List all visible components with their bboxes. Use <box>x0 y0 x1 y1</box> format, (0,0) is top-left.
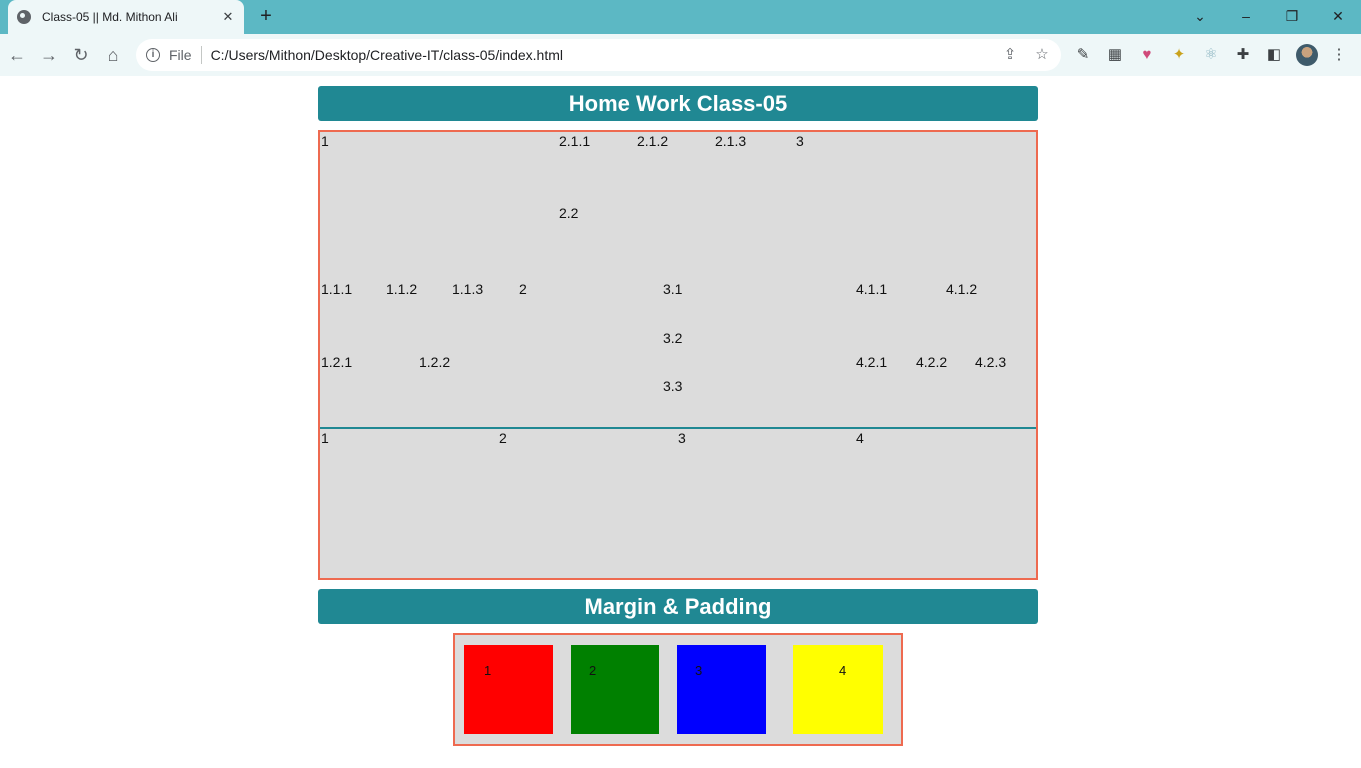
grid-cell-1: 1 <box>320 132 560 282</box>
cell-label: 3.2 <box>663 330 683 346</box>
square-label: 2 <box>589 663 597 678</box>
extensions-puzzle-icon[interactable]: ✚ <box>1233 45 1253 65</box>
reload-icon[interactable]: ↻ <box>69 43 93 67</box>
side-panel-icon[interactable]: ◧ <box>1264 45 1284 65</box>
grid-cell-1-2-1: 1.2.1 <box>320 353 420 429</box>
grid-cell-row2-2: 2 <box>518 280 664 429</box>
square-1: 1 <box>464 645 553 734</box>
grid-cell-2-1-1: 2.1.1 <box>558 132 638 206</box>
active-tab[interactable]: Class-05 || Md. Mithon Ali ✕ <box>8 0 244 34</box>
grid-cell-4-2-2: 4.2.2 <box>915 353 976 429</box>
grid-cell-1-2-2: 1.2.2 <box>418 353 520 429</box>
cell-label: 1.2.2 <box>419 354 451 370</box>
cell-label: 1.1.3 <box>452 281 484 297</box>
grid-cell-1-1-3: 1.1.3 <box>451 280 520 355</box>
brush-extension-icon[interactable]: ✦ <box>1169 45 1189 65</box>
home-icon[interactable]: ⌂ <box>101 43 125 67</box>
cell-label: 2.1.1 <box>559 133 591 149</box>
grid-cell-1-1-1: 1.1.1 <box>320 280 387 355</box>
grid-cell-2-1-2: 2.1.2 <box>636 132 716 206</box>
back-icon[interactable]: ← <box>5 43 29 67</box>
grid-cell-row3-4: 4 <box>855 429 1036 578</box>
site-info-icon[interactable]: i <box>146 48 160 62</box>
cell-label: 3 <box>796 133 804 149</box>
forward-icon[interactable]: → <box>37 43 61 67</box>
address-bar[interactable]: i File C:/Users/Mithon/Desktop/Creative-… <box>136 39 1061 71</box>
cell-label: 4.2.3 <box>975 354 1007 370</box>
heart-extension-icon[interactable]: ♥ <box>1137 45 1157 65</box>
cell-label: 4.2.2 <box>916 354 948 370</box>
grid-cell-1-1-2: 1.1.2 <box>385 280 453 355</box>
grid-cell-row3-1: 1 <box>320 429 500 578</box>
grid-cell-row3-2: 2 <box>498 429 679 578</box>
close-window-icon[interactable]: ✕ <box>1326 4 1350 28</box>
tab-strip: Class-05 || Md. Mithon Ali ✕ + ⌄ – ❐ ✕ <box>0 0 1361 34</box>
eyedropper-extension-icon[interactable]: ✎ <box>1073 45 1093 65</box>
cell-label: 4.1.2 <box>946 281 978 297</box>
react-devtools-icon[interactable]: ⚛ <box>1201 45 1221 65</box>
profile-avatar[interactable] <box>1296 44 1318 66</box>
grid-cell-3-1: 3.1 <box>662 280 857 331</box>
square-label: 1 <box>484 663 492 678</box>
cell-label: 2 <box>519 281 527 297</box>
cell-label: 2.1.3 <box>715 133 747 149</box>
grid-cell-4-1-2: 4.1.2 <box>945 280 1036 355</box>
scheme-label: File <box>169 47 192 63</box>
square-label: 4 <box>839 663 847 678</box>
cell-label: 1.2.1 <box>321 354 353 370</box>
square-4: 4 <box>793 645 883 734</box>
new-tab-button[interactable]: + <box>255 5 277 27</box>
cell-label: 3.1 <box>663 281 683 297</box>
browser-toolbar: ← → ↻ ⌂ i File C:/Users/Mithon/Desktop/C… <box>0 34 1361 76</box>
page-title: Home Work Class-05 <box>318 86 1038 121</box>
divider <box>200 46 202 64</box>
cell-label: 2.1.2 <box>637 133 669 149</box>
url-text[interactable]: C:/Users/Mithon/Desktop/Creative-IT/clas… <box>211 47 563 63</box>
calendar-extension-icon[interactable]: ▦ <box>1105 45 1125 65</box>
cell-label: 4 <box>856 430 864 446</box>
grid-cell-3-3: 3.3 <box>662 377 857 429</box>
grid-cell-row3-3: 3 <box>677 429 857 578</box>
menu-kebab-icon[interactable]: ⋮ <box>1329 45 1349 65</box>
cell-label: 1.1.1 <box>321 281 353 297</box>
cell-label: 4.2.1 <box>856 354 888 370</box>
cell-label: 2 <box>499 430 507 446</box>
margin-padding-box: 1 2 3 4 <box>453 633 903 746</box>
cell-label: 1 <box>321 133 329 149</box>
cell-label: 3 <box>678 430 686 446</box>
grid-cell-3: 3 <box>795 132 1036 282</box>
minimize-icon[interactable]: – <box>1234 4 1258 28</box>
tab-title: Class-05 || Md. Mithon Ali <box>42 10 178 24</box>
cell-label: 1.1.2 <box>386 281 418 297</box>
square-3: 3 <box>677 645 766 734</box>
tab-search-icon[interactable]: ⌄ <box>1188 4 1212 28</box>
cell-label: 3.3 <box>663 378 683 394</box>
section-title: Margin & Padding <box>318 589 1038 624</box>
grid-cell-4-2-3: 4.2.3 <box>974 353 1036 429</box>
layout-grid: 1 2.1.1 2.1.2 2.1.3 2.2 3 1.1.1 1.1.2 1.… <box>318 130 1038 580</box>
bookmark-star-icon[interactable]: ☆ <box>1033 46 1051 64</box>
close-tab-icon[interactable]: ✕ <box>220 9 236 25</box>
square-label: 3 <box>695 663 703 678</box>
grid-cell-2-1-3: 2.1.3 <box>714 132 797 206</box>
grid-cell-4-1-1: 4.1.1 <box>855 280 947 355</box>
globe-icon <box>17 10 31 24</box>
grid-cell-3-2: 3.2 <box>662 329 857 379</box>
grid-cell-2-2: 2.2 <box>558 204 797 282</box>
restore-icon[interactable]: ❐ <box>1280 4 1304 28</box>
grid-cell-4-2-1: 4.2.1 <box>855 353 917 429</box>
cell-label: 1 <box>321 430 329 446</box>
cell-label: 2.2 <box>559 205 579 221</box>
cell-label: 4.1.1 <box>856 281 888 297</box>
square-2: 2 <box>571 645 659 734</box>
share-icon[interactable]: ⇪ <box>1001 46 1019 64</box>
